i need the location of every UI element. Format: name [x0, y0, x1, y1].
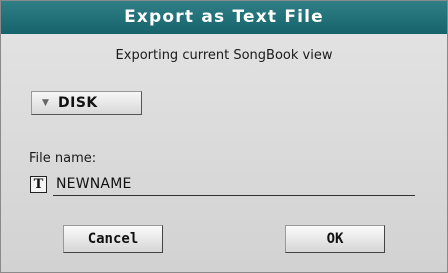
- destination-value: DISK: [58, 95, 98, 111]
- ok-button[interactable]: OK: [285, 225, 385, 253]
- chevron-down-icon: ▼: [42, 98, 49, 108]
- export-dialog: Export as Text File Exporting current So…: [0, 0, 448, 273]
- dialog-title: Export as Text File: [1, 1, 447, 34]
- destination-dropdown[interactable]: ▼ DISK: [31, 91, 142, 115]
- file-name-underline: [53, 195, 415, 196]
- file-name-field[interactable]: NEWNAME: [56, 176, 132, 192]
- text-edit-icon[interactable]: T: [30, 176, 47, 193]
- file-name-label: File name:: [29, 151, 97, 166]
- cancel-button[interactable]: Cancel: [63, 225, 163, 253]
- dialog-subtitle: Exporting current SongBook view: [115, 48, 333, 63]
